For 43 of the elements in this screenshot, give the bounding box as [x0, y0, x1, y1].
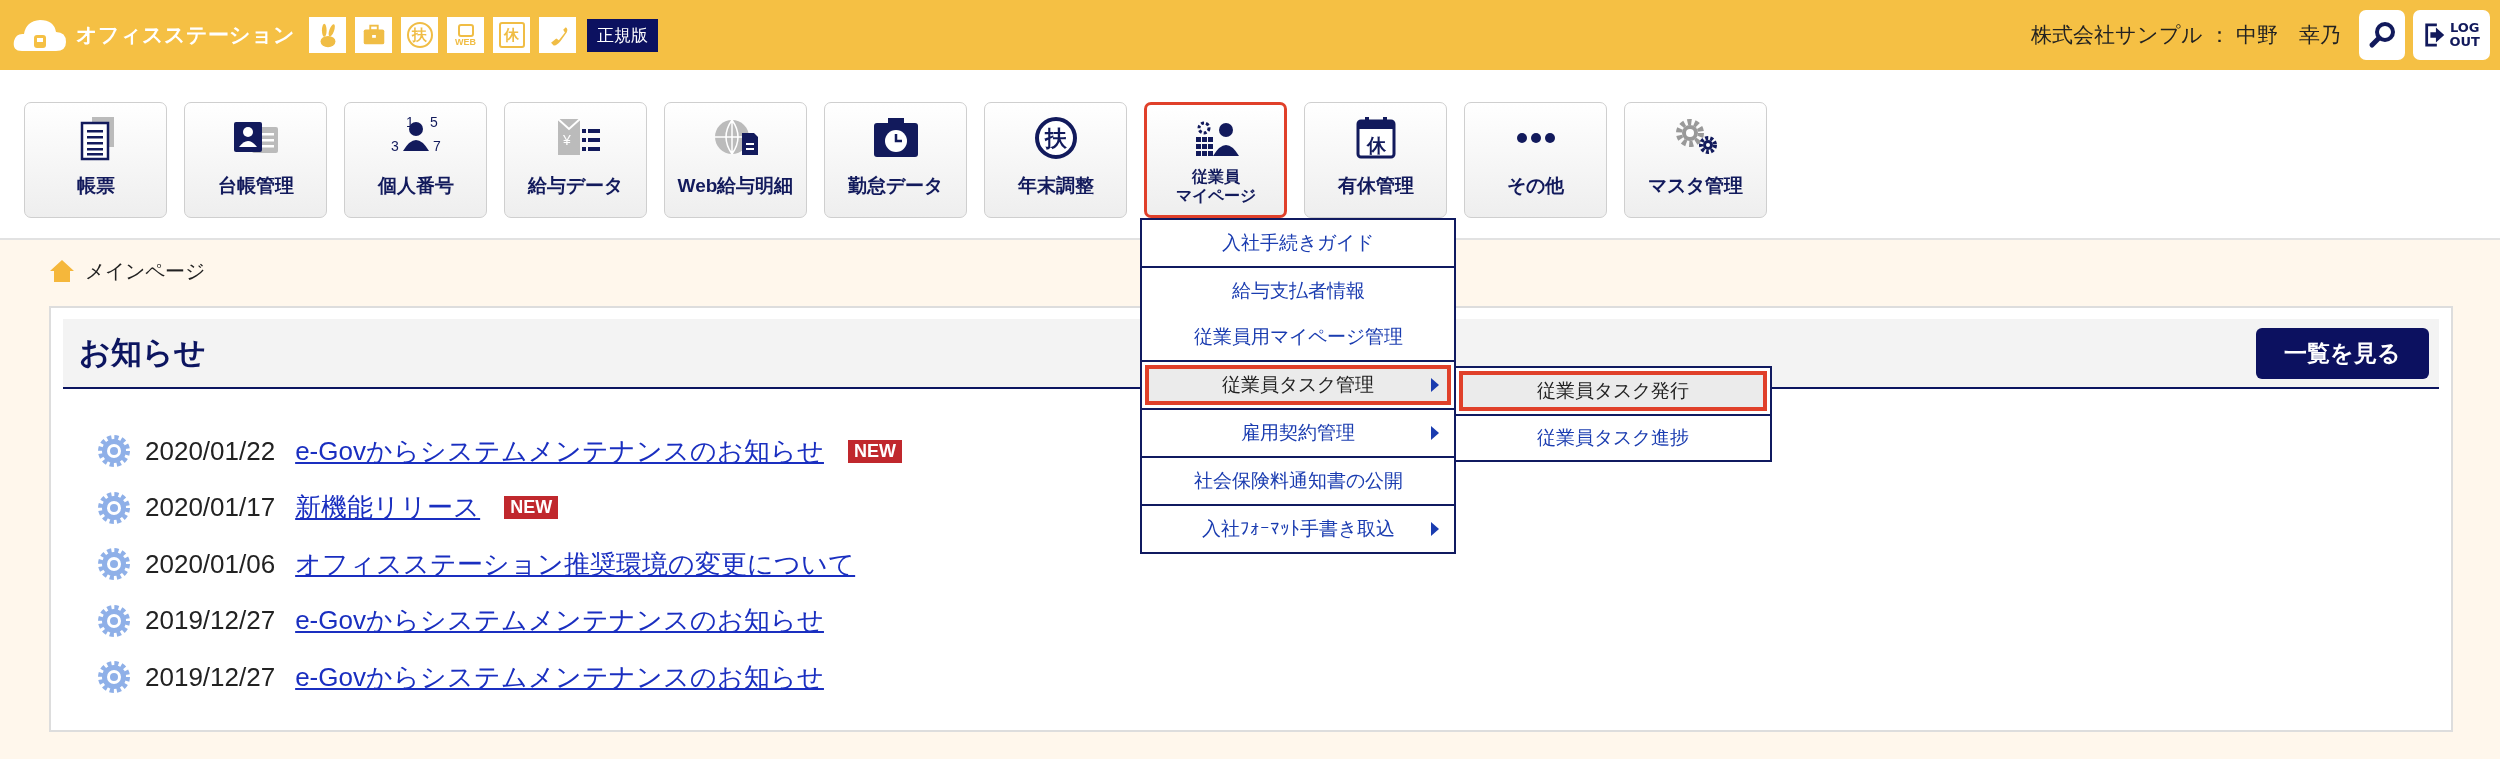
breadcrumb-link[interactable]: メインページ [85, 257, 205, 285]
notice-date: 2019/12/27 [145, 605, 276, 637]
notice-date: 2019/12/27 [145, 661, 276, 693]
notice-date: 2020/01/17 [145, 492, 276, 524]
gear-icon [97, 490, 131, 525]
home-icon [49, 258, 75, 284]
rabbit-icon[interactable] [309, 17, 346, 53]
nav-button[interactable]: マスタ管理 [1624, 102, 1767, 218]
phone-icon[interactable] [539, 17, 576, 53]
nav-button[interactable]: 帳票 [24, 102, 167, 218]
edition-badge: 正規版 [587, 18, 658, 52]
app-name: オフィスステーション [76, 22, 295, 48]
nav-button[interactable]: Web給与明細 [664, 102, 807, 218]
search-button[interactable] [2358, 10, 2405, 60]
gear-icon [97, 547, 131, 582]
gear-icon [97, 603, 131, 638]
notice-link[interactable]: e-Govからシステムメンテナンスのお知らせ [295, 659, 824, 695]
nav-button[interactable]: 従業員 マイページ [1144, 102, 1287, 218]
new-badge: NEW [504, 496, 559, 520]
submenu-item[interactable]: 従業員タスク発行 [1456, 368, 1770, 414]
nav-button[interactable]: 休 有休管理 [1304, 102, 1447, 218]
user-name: 株式会社サンプル ： 中野 幸乃 [2030, 22, 2341, 48]
nav-button[interactable]: その他 [1464, 102, 1607, 218]
menu-item[interactable]: 従業員タスク管理 [1142, 362, 1454, 408]
notice-link[interactable]: e-Govからシステムメンテナンスのお知らせ [295, 433, 824, 469]
notice-link[interactable]: e-Govからシステムメンテナンスのお知らせ [295, 603, 824, 639]
panel-title: お知らせ [79, 334, 206, 372]
notice-date: 2020/01/06 [145, 548, 276, 580]
notice-date: 2020/01/22 [145, 435, 276, 467]
notice-link[interactable]: 新機能リリース [295, 490, 481, 526]
new-badge: NEW [847, 439, 902, 463]
nav-button[interactable]: 扶 年末調整 [984, 102, 1127, 218]
gear-icon [97, 434, 131, 469]
nav-button[interactable]: 台帳管理 [184, 102, 327, 218]
nav-button[interactable]: 勤怠データ [824, 102, 967, 218]
nav-button[interactable]: ¥ 給与データ [504, 102, 647, 218]
logout-button[interactable]: LOG OUT [2412, 10, 2490, 60]
exit-icon [2422, 20, 2447, 50]
gear-icon [97, 660, 131, 695]
more-icon [1515, 132, 1556, 144]
view-all-button[interactable]: 一覧を見る [2256, 327, 2429, 379]
notice-link[interactable]: オフィスステーション推奨環境の変更について [295, 546, 856, 582]
briefcase-icon[interactable] [355, 17, 392, 53]
